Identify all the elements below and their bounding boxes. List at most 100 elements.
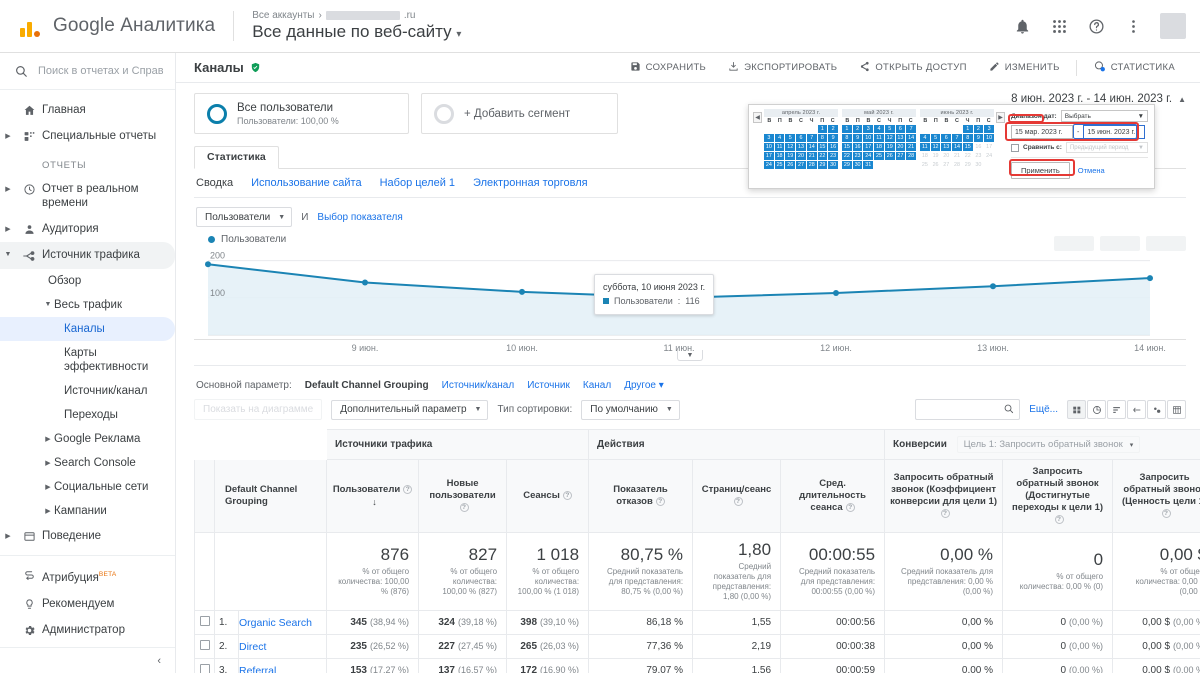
help-icon[interactable]: ? bbox=[1054, 515, 1064, 524]
sidebar-item-source-medium[interactable]: Источник/канал bbox=[0, 379, 175, 403]
calendar-day[interactable]: 1 bbox=[842, 125, 852, 133]
calendar-day[interactable]: 26 bbox=[931, 161, 941, 169]
sidebar-item-channels[interactable]: Каналы bbox=[0, 317, 175, 341]
calendar-day[interactable]: 21 bbox=[806, 152, 817, 160]
column-header-goal1-conversion-rate[interactable]: Запросить обратный звонок (Коэффициент к… bbox=[884, 459, 1004, 533]
start-date-input[interactable]: 15 мар. 2023 г. bbox=[1011, 125, 1073, 139]
calendar-day[interactable]: 4 bbox=[874, 125, 884, 133]
calendar-day[interactable]: 11 bbox=[774, 143, 785, 151]
calendar-day[interactable]: 28 bbox=[906, 152, 916, 160]
calendar-day[interactable]: 24 bbox=[764, 161, 774, 169]
avatar[interactable] bbox=[1160, 13, 1186, 39]
calendar-day[interactable]: 12 bbox=[930, 143, 941, 151]
compare-period-select[interactable]: Предыдущий период ▼ bbox=[1065, 142, 1148, 153]
more-vert-icon[interactable] bbox=[1123, 16, 1143, 36]
breadcrumb-all-accounts[interactable]: Все аккаунты bbox=[252, 10, 314, 21]
calendar-day[interactable]: 2 bbox=[852, 125, 863, 133]
calendar-day[interactable]: 17 bbox=[984, 143, 994, 151]
calendar-day[interactable]: 24 bbox=[984, 152, 994, 160]
metric-select[interactable]: Пользователи ▼ bbox=[196, 207, 293, 227]
help-icon[interactable]: ? bbox=[845, 503, 855, 512]
calendar-day[interactable]: 13 bbox=[941, 143, 952, 151]
column-header-avg-session-duration[interactable]: Сред. длительность сеанса? bbox=[780, 459, 886, 533]
more-options-link[interactable]: Ещё... bbox=[1029, 404, 1058, 415]
calendar-day[interactable]: 27 bbox=[796, 161, 806, 169]
search-input[interactable]: Поиск в отчетах и Справке bbox=[0, 53, 175, 90]
calendar-day[interactable]: 29 bbox=[842, 161, 852, 169]
table-view-icon[interactable] bbox=[1067, 400, 1086, 419]
sidebar-item-overview[interactable]: Обзор bbox=[0, 269, 175, 293]
sidebar-item-discover[interactable]: Рекомендуем bbox=[0, 591, 175, 617]
prev-month-button[interactable]: ◀ bbox=[753, 112, 762, 123]
dimension-link-source[interactable]: Источник bbox=[527, 380, 570, 391]
export-button[interactable]: ЭКСПОРТИРОВАТЬ bbox=[717, 61, 848, 75]
sidebar-item-search-console[interactable]: ▶ Search Console bbox=[0, 451, 175, 475]
sidebar-item-custom-reports[interactable]: ▶ Специальные отчеты bbox=[0, 123, 175, 149]
column-header-new-users[interactable]: Новые пользователи? bbox=[418, 459, 508, 533]
dimension-column-header[interactable]: Default Channel Grouping bbox=[213, 459, 328, 533]
calendar-day[interactable]: 28 bbox=[952, 161, 962, 169]
calendar-day[interactable]: 17 bbox=[863, 143, 874, 151]
calendar-day[interactable]: 12 bbox=[884, 134, 895, 142]
help-icon[interactable]: ? bbox=[403, 484, 413, 494]
tab-statistics[interactable]: Статистика bbox=[194, 146, 279, 169]
percent-view-icon[interactable] bbox=[1087, 400, 1106, 419]
calendar-day[interactable]: 23 bbox=[828, 152, 838, 160]
sidebar-item-attribution[interactable]: АтрибуцияBETA bbox=[0, 562, 175, 591]
calendar-day[interactable]: 6 bbox=[941, 134, 952, 142]
calendar-day[interactable]: 22 bbox=[817, 152, 828, 160]
column-header-pages-per-session[interactable]: Страниц/сеанс? bbox=[692, 459, 782, 533]
apps-grid-icon[interactable] bbox=[1049, 16, 1069, 36]
calendar-day[interactable]: 22 bbox=[963, 152, 973, 160]
save-button[interactable]: СОХРАНИТЬ bbox=[619, 61, 717, 75]
help-icon[interactable]: ? bbox=[562, 491, 572, 500]
cancel-button[interactable]: Отмена bbox=[1078, 166, 1105, 175]
comparison-view-icon[interactable] bbox=[1127, 400, 1146, 419]
help-icon[interactable]: ? bbox=[733, 497, 743, 506]
sidebar-item-conversions[interactable]: ▶ Конверсии bbox=[0, 549, 175, 555]
sort-type-select[interactable]: По умолчанию ▼ bbox=[581, 399, 680, 420]
calendar-day[interactable]: 9 bbox=[973, 134, 984, 142]
calendar-day[interactable]: 8 bbox=[817, 134, 828, 142]
calendar-day[interactable]: 5 bbox=[785, 134, 796, 142]
calendar-day[interactable]: 22 bbox=[842, 152, 852, 160]
sidebar-item-home[interactable]: Главная bbox=[0, 97, 175, 123]
calendar-day[interactable]: 17 bbox=[764, 152, 774, 160]
calendar-day[interactable]: 20 bbox=[895, 143, 906, 151]
calendar-day[interactable]: 7 bbox=[906, 125, 916, 133]
sidebar-item-social[interactable]: ▶ Социальные сети bbox=[0, 475, 175, 499]
calendar-day[interactable]: 4 bbox=[774, 134, 785, 142]
pivot-view-icon[interactable] bbox=[1167, 400, 1186, 419]
calendar-day[interactable]: 19 bbox=[785, 152, 796, 160]
calendar-day[interactable]: 23 bbox=[974, 152, 984, 160]
help-icon[interactable]: ? bbox=[940, 509, 950, 518]
sidebar-collapse-button[interactable]: ‹ bbox=[0, 647, 175, 673]
sidebar-item-acquisition[interactable]: ▼ Источник трафика bbox=[0, 242, 175, 269]
calendar-day[interactable]: 15 bbox=[962, 143, 973, 151]
performance-view-icon[interactable] bbox=[1107, 400, 1126, 419]
calendar-day[interactable]: 5 bbox=[884, 125, 895, 133]
date-picker-popup[interactable]: ◀ апрель 2023 г. В П В С Ч П С 1 2 3 4 5 6 7 8 9 10 11 12 13… bbox=[748, 104, 1155, 189]
calendar-day[interactable]: 16 bbox=[852, 143, 863, 151]
row-checkbox[interactable] bbox=[199, 616, 210, 626]
help-icon[interactable]: ? bbox=[655, 497, 665, 506]
calendar-day[interactable]: 3 bbox=[984, 125, 994, 133]
sidebar-item-realtime[interactable]: ▶ Отчет в реальном времени bbox=[0, 176, 175, 216]
calendar-day[interactable]: 2 bbox=[973, 125, 984, 133]
calendar-day[interactable]: 5 bbox=[930, 134, 941, 142]
calendar-day[interactable]: 13 bbox=[796, 143, 806, 151]
add-segment-button[interactable]: + Добавить сегмент bbox=[421, 93, 618, 134]
calendar-day[interactable]: 6 bbox=[895, 125, 906, 133]
calendar-day[interactable]: 10 bbox=[764, 143, 774, 151]
calendar-day[interactable]: 21 bbox=[906, 143, 916, 151]
calendar-day[interactable]: 11 bbox=[920, 143, 930, 151]
sidebar-item-behavior[interactable]: ▶ Поведение bbox=[0, 523, 175, 549]
calendar-day[interactable]: 26 bbox=[785, 161, 796, 169]
property-title[interactable]: Все данные по веб-сайту ▾ bbox=[252, 22, 461, 42]
calendar-day[interactable]: 4 bbox=[920, 134, 930, 142]
column-header-sessions[interactable]: Сеансы? bbox=[506, 459, 590, 533]
next-month-button[interactable]: ▶ bbox=[996, 112, 1005, 123]
secondary-dimension-select[interactable]: Дополнительный параметр ▼ bbox=[331, 399, 489, 420]
calendar-day[interactable]: 19 bbox=[931, 152, 941, 160]
calendar-day[interactable]: 16 bbox=[974, 143, 984, 151]
